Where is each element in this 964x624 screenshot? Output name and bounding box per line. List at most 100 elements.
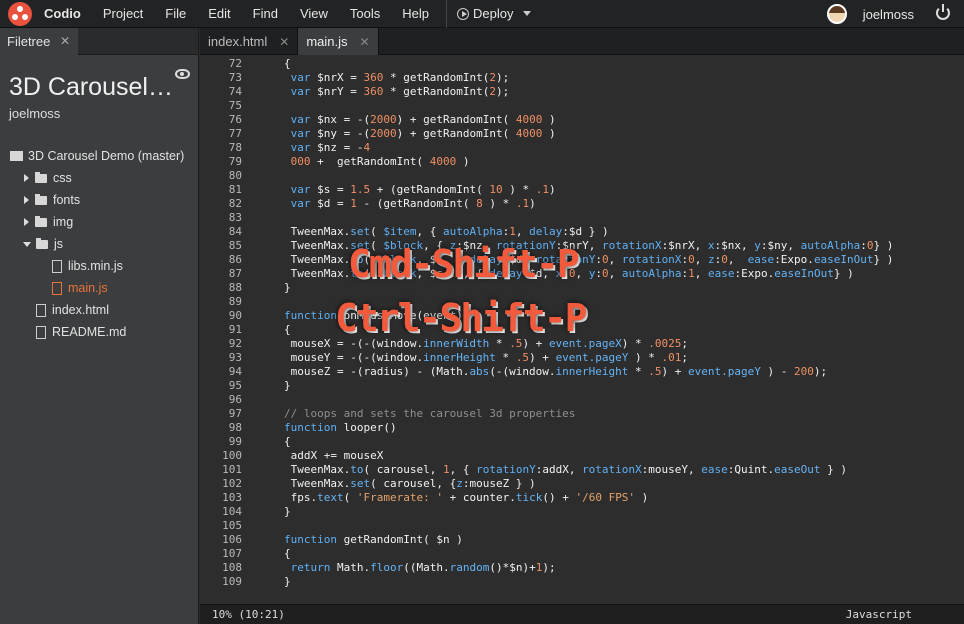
language-mode[interactable]: Javascript — [846, 605, 912, 624]
line-text: var $nrX = 360 * getRandomInt(2); — [290, 71, 510, 84]
tree-item-label: js — [54, 237, 64, 251]
folder-icon — [35, 171, 47, 183]
chevron-right-icon[interactable] — [24, 196, 29, 204]
line-number: 85 — [228, 239, 242, 252]
user-menu[interactable]: joelmoss — [826, 0, 914, 28]
line-number: 96 — [228, 393, 242, 406]
power-icon[interactable] — [936, 4, 950, 20]
chevron-right-icon[interactable] — [24, 174, 29, 182]
code-line[interactable]: 94 mouseZ = -(radius) - (Math.abs(-(wind… — [200, 365, 964, 379]
code-line[interactable]: 83 — [200, 211, 964, 225]
line-text: TweenMax.set( $item, { autoAlpha:1, dela… — [284, 225, 609, 238]
code-line[interactable]: 109} — [200, 575, 964, 589]
file-icon — [52, 259, 62, 273]
tree-item-css[interactable]: css — [0, 167, 198, 189]
codio-ide: Codio Project File Edit Find View Tools … — [0, 0, 964, 624]
line-text: function looper() — [284, 421, 397, 434]
tree-item-libs-min-js[interactable]: libs.min.js — [0, 255, 198, 277]
close-icon[interactable]: ✕ — [360, 35, 370, 49]
code-line[interactable]: 79 000 + getRandomInt( 4000 ) — [200, 155, 964, 169]
line-number: 84 — [228, 225, 242, 238]
folder-icon — [35, 193, 47, 205]
code-line[interactable]: 80 — [200, 169, 964, 183]
code-line[interactable]: 74 var $nrY = 360 * getRandomInt(2); — [200, 85, 964, 99]
tree-item-repo[interactable]: 3D Carousel Demo (master) — [0, 145, 198, 167]
code-line[interactable]: 75 — [200, 99, 964, 113]
code-line[interactable]: 86 TweenMax.to( $block, $s, { delay:$d, … — [200, 253, 964, 267]
line-text: // loops and sets the carousel 3d proper… — [284, 407, 576, 420]
line-number: 105 — [222, 519, 242, 532]
project-title: 3D Carousel… — [9, 73, 170, 101]
code-line[interactable]: 73 var $nrX = 360 * getRandomInt(2); — [200, 71, 964, 85]
tab-filetree[interactable]: Filetree ✕ — [0, 28, 78, 55]
code-line[interactable]: 98 function looper() — [200, 421, 964, 435]
line-number: 86 — [228, 253, 242, 266]
tree-item-readme[interactable]: README.md — [0, 321, 198, 343]
code-line[interactable]: 95} — [200, 379, 964, 393]
tree-item-img[interactable]: img — [0, 211, 198, 233]
code-line[interactable]: 96 — [200, 393, 964, 407]
code-line[interactable]: 88} — [200, 281, 964, 295]
line-number: 94 — [228, 365, 242, 378]
code-line[interactable]: 108 return Math.floor((Math.random()*$n)… — [200, 561, 964, 575]
line-number: 90 — [228, 309, 242, 322]
code-line[interactable]: 102 TweenMax.set( carousel, {z:mouseZ } … — [200, 477, 964, 491]
menu-tools[interactable]: Tools — [339, 0, 391, 28]
tree-item-fonts[interactable]: fonts — [0, 189, 198, 211]
line-number: 101 — [222, 463, 242, 476]
menu-help[interactable]: Help — [391, 0, 440, 28]
line-number: 77 — [228, 127, 242, 140]
code-line[interactable]: 84 TweenMax.set( $item, { autoAlpha:1, d… — [200, 225, 964, 239]
line-text: } — [284, 575, 291, 588]
tree-item-main-js[interactable]: main.js — [0, 277, 198, 299]
line-text — [244, 99, 284, 113]
line-text: var $ny = -(2000) + getRandomInt( 4000 ) — [290, 127, 556, 140]
line-text: } — [284, 505, 291, 518]
tree-item-index-html[interactable]: index.html — [0, 299, 198, 321]
tab-index-html[interactable]: index.html ✕ — [200, 28, 299, 55]
code-line[interactable]: 72 { — [200, 57, 964, 71]
line-number: 88 — [228, 281, 242, 294]
chevron-down-icon[interactable] — [523, 11, 532, 16]
code-line[interactable]: 100 addX += mouseX — [200, 449, 964, 463]
menu-file[interactable]: File — [154, 0, 197, 28]
tree-item-label: img — [53, 215, 74, 229]
code-line[interactable]: 103 fps.text( 'Framerate: ' + counter.ti… — [200, 491, 964, 505]
code-line[interactable]: 104} — [200, 505, 964, 519]
status-bar: 10% (10:21) Javascript — [200, 604, 964, 624]
codio-logo-icon[interactable] — [8, 1, 32, 26]
line-number: 74 — [228, 85, 242, 98]
code-line[interactable]: 105 — [200, 519, 964, 533]
username[interactable]: joelmoss — [863, 7, 914, 22]
tree-item-js[interactable]: js — [0, 233, 198, 255]
close-icon[interactable]: ✕ — [279, 35, 289, 49]
code-line[interactable]: 101 TweenMax.to( carousel, 1, { rotation… — [200, 463, 964, 477]
code-line[interactable]: 107 { — [200, 547, 964, 561]
file-icon — [36, 303, 46, 317]
code-line[interactable]: 99 { — [200, 435, 964, 449]
code-line[interactable]: 78 var $nz = -4 — [200, 141, 964, 155]
code-line[interactable]: 87 TweenMax.to( $block, $s-.5, { delay:$… — [200, 267, 964, 281]
code-line[interactable]: 85 TweenMax.set( $block, { z:$nz, rotati… — [200, 239, 964, 253]
code-line[interactable]: 106 function getRandomInt( $n ) — [200, 533, 964, 547]
menu-find[interactable]: Find — [242, 0, 289, 28]
avatar[interactable] — [826, 4, 847, 24]
code-line[interactable]: 81 var $s = 1.5 + (getRandomInt( 10 ) * … — [200, 183, 964, 197]
code-line[interactable]: 97 // loops and sets the carousel 3d prop… — [200, 407, 964, 421]
code-line[interactable]: 82 var $d = 1 - (getRandomInt( 8 ) * .1) — [200, 197, 964, 211]
menu-view[interactable]: View — [289, 0, 339, 28]
menu-edit[interactable]: Edit — [197, 0, 241, 28]
chevron-down-icon[interactable] — [23, 241, 31, 247]
code-line[interactable]: 93 mouseY = -(-(window.innerHeight * .5)… — [200, 351, 964, 365]
line-number: 89 — [228, 295, 242, 308]
menu-project[interactable]: Project — [92, 0, 154, 28]
file-icon — [36, 325, 46, 339]
close-icon[interactable]: ✕ — [60, 28, 70, 55]
tree-item-label: css — [53, 171, 72, 185]
code-line[interactable]: 76 var $nx = -(2000) + getRandomInt( 400… — [200, 113, 964, 127]
chevron-right-icon[interactable] — [24, 218, 29, 226]
code-line[interactable]: 77 var $ny = -(2000) + getRandomInt( 400… — [200, 127, 964, 141]
tab-main-js[interactable]: main.js ✕ — [298, 28, 379, 55]
eye-icon[interactable] — [175, 69, 190, 79]
deploy-button[interactable]: Deploy — [446, 0, 532, 28]
